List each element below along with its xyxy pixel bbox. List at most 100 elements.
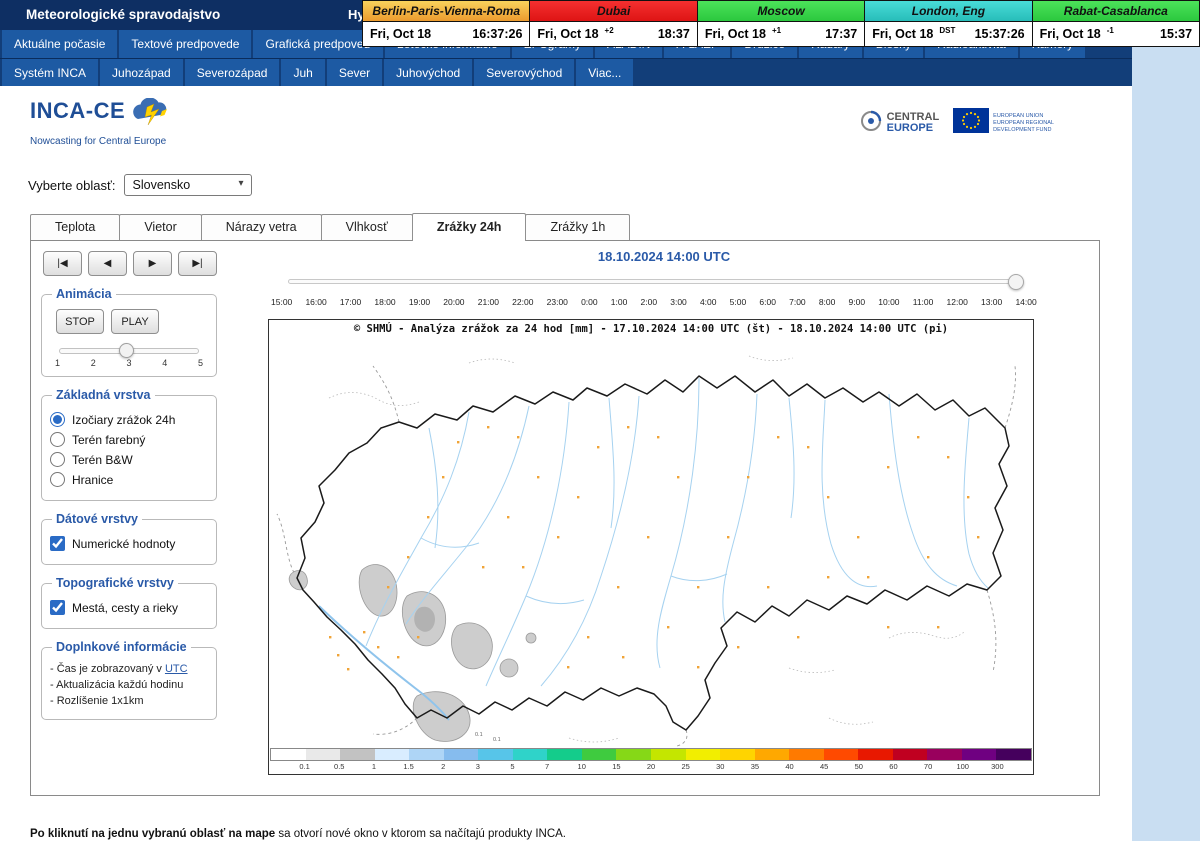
time-tick: 23:00 [547, 297, 568, 307]
page-content: Meteorologické spravodajstvo Hy Aktuálne… [0, 0, 1132, 841]
time-tick: 14:00 [1015, 297, 1036, 307]
radio-option-2[interactable]: Terén B&W [50, 452, 208, 467]
slider-number: 2 [91, 358, 96, 368]
product-tab-3[interactable]: Vlhkosť [321, 214, 413, 240]
nav-row2-tab-5[interactable]: Juhovýchod [384, 59, 472, 86]
colorbar-label: 40 [785, 762, 793, 771]
next-frame-button[interactable]: ▶ [133, 251, 172, 276]
clock-date: Fri, Oct 18 [537, 27, 598, 41]
nav-row2-tab-1[interactable]: Juhozápad [100, 59, 183, 86]
animation-slider-handle[interactable] [119, 343, 134, 358]
clock-city-label: Berlin-Paris-Vienna-Roma [363, 1, 529, 22]
radio-option-0[interactable]: Izočiary zrážok 24h [50, 412, 208, 427]
colorbar-label: 3 [476, 762, 480, 771]
nav-row2-tab-4[interactable]: Sever [327, 59, 382, 86]
radio-option-1[interactable]: Terén farebný [50, 432, 208, 447]
chevron-down-icon: ▾ [238, 178, 243, 189]
nav-row2-tab-6[interactable]: Severovýchod [474, 59, 574, 86]
colorbar-label: 7 [545, 762, 549, 771]
time-tick: 19:00 [409, 297, 430, 307]
contour-value-label: 0.1 [493, 737, 501, 743]
nav-row2-tab-3[interactable]: Juh [281, 59, 324, 86]
nav-row2-tab-0[interactable]: Systém INCA [2, 59, 98, 86]
instruction-note: Po kliknutí na jednu vybranú oblasť na m… [30, 828, 566, 840]
clock-time-value: 15:37 [1160, 27, 1192, 41]
stop-button[interactable]: STOP [56, 309, 104, 334]
animation-speed-slider[interactable] [59, 348, 199, 354]
nav-row2-tab-7[interactable]: Viac... [576, 59, 633, 86]
colorbar-segment-12 [686, 749, 721, 760]
animation-fieldset: Animácia STOP PLAY 12345 [41, 287, 217, 377]
checkbox-input[interactable] [50, 600, 65, 615]
topo-layers-legend: Topografické vrstvy [52, 576, 178, 590]
prev-frame-button[interactable]: ◀ [88, 251, 127, 276]
time-tick: 6:00 [759, 297, 776, 307]
utc-link[interactable]: UTC [165, 663, 188, 675]
radio-input[interactable] [50, 472, 65, 487]
colorbar-label: 60 [889, 762, 897, 771]
product-tab-2[interactable]: Nárazy vetra [201, 214, 322, 240]
frame-navigation-buttons: |◀◀▶▶| [43, 251, 231, 276]
region-select[interactable]: Slovensko ▾ [124, 174, 252, 196]
central-europe-logo: CENTRAL EUROPE [860, 110, 940, 137]
colorbar-label: 1.5 [403, 762, 413, 771]
first-frame-button[interactable]: |◀ [43, 251, 82, 276]
option-label: Terén farebný [72, 433, 145, 447]
option-label: Mestá, cesty a rieky [72, 601, 178, 615]
radio-input[interactable] [50, 432, 65, 447]
eu-flag-logo: EUROPEAN UNION EUROPEAN REGIONAL DEVELOP… [953, 108, 1054, 138]
checkbox-option-0[interactable]: Mestá, cesty a rieky [50, 600, 208, 615]
clock-city-label: Dubai [530, 1, 696, 22]
colorbar-label: 50 [855, 762, 863, 771]
colorbar-segment-11 [651, 749, 686, 760]
radio-input[interactable] [50, 412, 65, 427]
radio-option-3[interactable]: Hranice [50, 472, 208, 487]
nav-row2-tab-2[interactable]: Severozápad [185, 59, 280, 86]
checkbox-option-0[interactable]: Numerické hodnoty [50, 536, 208, 551]
slider-number: 3 [126, 358, 131, 368]
nav-row1-tab-1[interactable]: Textové predpovede [119, 30, 251, 58]
checkbox-input[interactable] [50, 536, 65, 551]
clock-datetime: Fri, Oct 18+117:37 [698, 22, 864, 46]
colorbar-segment-9 [582, 749, 617, 760]
colorbar-label: 10 [578, 762, 586, 771]
base-layer-options: Izočiary zrážok 24h Terén farebný Terén B&… [50, 412, 208, 487]
clock-date: Fri, Oct 18 [705, 27, 766, 41]
play-button[interactable]: PLAY [111, 309, 159, 334]
time-tick: 18:00 [374, 297, 395, 307]
colorbar-label: 25 [681, 762, 689, 771]
time-slider-track[interactable] [288, 279, 1021, 284]
additional-info-fieldset: Doplnkové informácie - Čas je zobrazovan… [41, 640, 217, 720]
colorbar-segment-20 [962, 749, 997, 760]
main-nav-row2: Systém INCAJuhozápadSeverozápadJuhSeverJ… [0, 58, 1132, 86]
time-slider-handle[interactable] [1008, 274, 1024, 290]
central-europe-swirl-icon [860, 110, 882, 137]
colorbar-label: 70 [924, 762, 932, 771]
slovakia-map[interactable]: 0.1 0.1 [269, 338, 1033, 748]
clock-time-value: 16:37:26 [472, 27, 522, 41]
product-tab-5[interactable]: Zrážky 1h [525, 214, 630, 240]
colorbar-segment-14 [755, 749, 790, 760]
topo-layer-options: Mestá, cesty a rieky [50, 600, 208, 615]
colorbar-label: 100 [956, 762, 969, 771]
colorbar-segment-0 [271, 749, 306, 760]
base-layer-legend: Základná vrstva [52, 388, 155, 402]
last-frame-button[interactable]: ▶| [178, 251, 217, 276]
additional-info-legend: Doplnkové informácie [52, 640, 191, 654]
product-tab-0[interactable]: Teplota [30, 214, 120, 240]
colorbar-segment-16 [824, 749, 859, 760]
nav-row1-tab-0[interactable]: Aktuálne počasie [2, 30, 117, 58]
eu-text3: DEVELOPMENT FUND [993, 127, 1054, 134]
inca-ce-logo: INCA-CE Nowcasting for Central Europe [30, 98, 175, 147]
time-tick: 0:00 [581, 297, 598, 307]
product-panel: |◀◀▶▶| Animácia STOP PLAY 12345 Základná… [30, 240, 1100, 796]
info-line-utc: - Čas je zobrazovaný v UTC [50, 663, 208, 675]
product-tab-4[interactable]: Zrážky 24h [412, 213, 527, 241]
option-label: Terén B&W [72, 453, 133, 467]
radio-input[interactable] [50, 452, 65, 467]
world-clocks: Berlin-Paris-Vienna-Roma Fri, Oct 18 16:37… [362, 0, 1200, 47]
colorbar-segment-2 [340, 749, 375, 760]
inca-ce-subtitle: Nowcasting for Central Europe [30, 136, 175, 147]
precipitation-colorbar [270, 748, 1032, 761]
product-tab-1[interactable]: Vietor [119, 214, 201, 240]
